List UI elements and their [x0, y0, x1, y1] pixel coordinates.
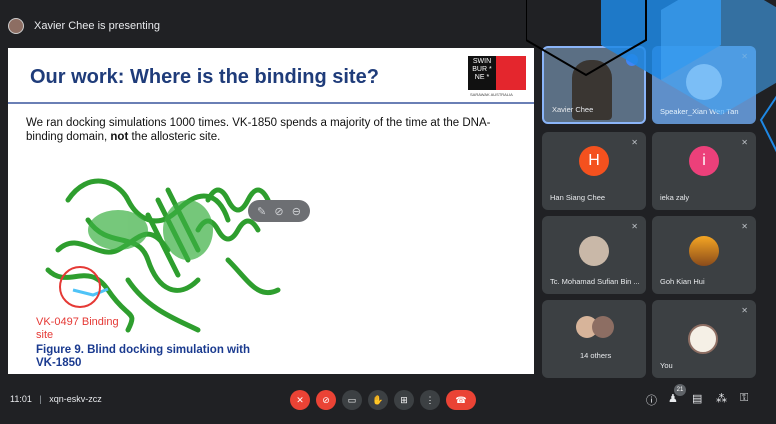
mic-toggle-button[interactable]: ✕ — [290, 390, 310, 410]
shared-slide: Our work: Where is the binding site? SWI… — [8, 48, 534, 374]
logo-subtext: SARAWAK AUSTRALIA — [470, 92, 513, 97]
mute-icon[interactable]: ⊘ — [274, 205, 283, 218]
mic-off-icon: ✕ — [631, 222, 638, 231]
slide-title: Our work: Where is the binding site? — [30, 66, 379, 88]
participant-name: 14 others — [580, 351, 612, 360]
participant-name: You — [660, 361, 673, 370]
participant-name: ieka zaly — [660, 193, 690, 202]
host-controls-icon[interactable]: ⚿ — [740, 392, 748, 405]
figure-caption: Figure 9. Blind docking simulation with … — [36, 344, 250, 370]
hexagon-overlay — [526, 0, 776, 153]
reaction-toolbar[interactable]: ✎ ⊘ ⊖ — [248, 200, 310, 222]
participant-tile[interactable]: ✕ You — [652, 300, 756, 378]
camera-off-icon: ⊘ — [322, 394, 330, 405]
leave-call-button[interactable]: ☎ — [446, 390, 476, 410]
slide-body-bold: not — [110, 131, 129, 143]
participant-tile[interactable]: ✕ Tc. Mohamad Sufian Bin ... — [542, 216, 646, 294]
captions-button[interactable]: ▭ — [342, 390, 362, 410]
slide-body-post: the allosteric site. — [128, 131, 221, 143]
presenter-avatar — [8, 18, 24, 34]
participant-name: Tc. Mohamad Sufian Bin ... — [550, 277, 640, 286]
participant-name: Goh Kian Hui — [660, 277, 705, 286]
present-icon: ⊞ — [400, 394, 408, 405]
protein-structure-image — [45, 178, 281, 333]
mic-off-icon: ✕ — [296, 394, 304, 405]
pin-icon[interactable]: ✎ — [257, 205, 266, 218]
participant-name: Han Siang Chee — [550, 193, 606, 202]
binding-site-label-line2: site — [36, 329, 54, 341]
camera-toggle-button[interactable]: ⊘ — [316, 390, 336, 410]
meeting-info: 11:01 | xqn-eskv-zcz — [10, 394, 102, 404]
figure-caption-line1: Figure 9. Blind docking simulation with — [36, 344, 251, 356]
participant-tile[interactable]: 14 others — [542, 300, 646, 378]
logo-red-block — [496, 56, 526, 90]
people-count-badge: 21 — [674, 384, 686, 396]
binding-site-label: VK-0497 Binding site — [36, 316, 119, 342]
avatar — [579, 236, 609, 266]
avatar — [592, 316, 614, 338]
minus-icon[interactable]: ⊖ — [292, 205, 301, 218]
more-vert-icon: ⋮ — [425, 394, 435, 405]
bottom-toolbar: 11:01 | xqn-eskv-zcz ✕ ⊘ ▭ ✋ ⊞ ⋮ ☎ ⓘ ♟ 2… — [0, 378, 776, 424]
mic-off-icon: ✕ — [741, 222, 748, 231]
meet-window: Xavier Chee is presenting Our work: Wher… — [0, 0, 776, 424]
present-button[interactable]: ⊞ — [394, 390, 414, 410]
info-separator: | — [39, 394, 42, 404]
slide-divider — [8, 102, 534, 104]
avatar — [688, 324, 718, 354]
mic-off-icon: ✕ — [741, 306, 748, 315]
slide-body: We ran docking simulations 1000 times. V… — [26, 116, 516, 144]
figure-caption-line2: VK-1850 — [36, 357, 82, 369]
presenting-text: Xavier Chee is presenting — [34, 20, 160, 32]
participant-tile[interactable]: ✕ Goh Kian Hui — [652, 216, 756, 294]
raise-hand-button[interactable]: ✋ — [368, 390, 388, 410]
chat-icon[interactable]: ▤ — [692, 392, 702, 405]
clock-time: 11:01 — [10, 394, 32, 404]
slide-body-pre: We ran docking simulations 1000 times. V… — [26, 117, 491, 143]
avatar — [689, 236, 719, 266]
hang-up-icon: ☎ — [455, 394, 467, 405]
more-options-button[interactable]: ⋮ — [420, 390, 440, 410]
info-icon[interactable]: ⓘ — [646, 392, 657, 408]
binding-site-label-line1: VK-0497 Binding — [36, 316, 119, 328]
university-logo: SWIN BUR * NE * SARAWAK AUSTRALIA — [468, 56, 526, 100]
captions-icon: ▭ — [347, 394, 357, 405]
meeting-code: xqn-eskv-zcz — [49, 394, 102, 404]
logo-text: SWIN BUR * NE * — [468, 56, 496, 90]
hand-icon: ✋ — [372, 394, 384, 405]
presenting-banner: Xavier Chee is presenting — [8, 14, 160, 38]
activities-icon[interactable]: ⁂ — [716, 392, 727, 405]
